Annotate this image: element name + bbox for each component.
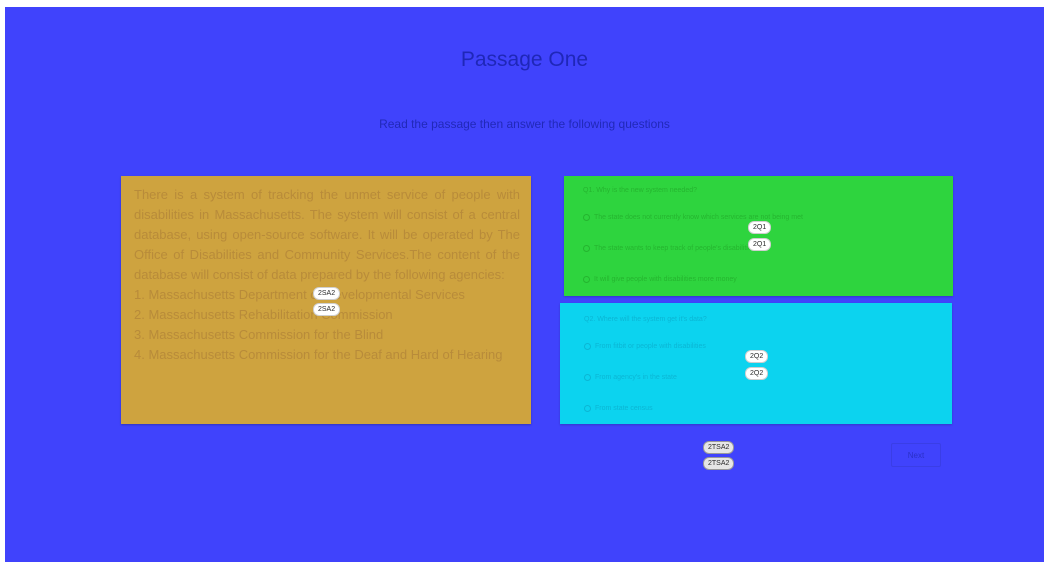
question-2-option-c[interactable]: From state census <box>584 405 952 412</box>
element-tag: 2TSA2 <box>703 457 735 470</box>
radio-button[interactable] <box>584 405 591 412</box>
element-tag: 2SA2 <box>313 303 341 316</box>
question-2-text: Q2. Where will the system get it's data? <box>584 316 707 323</box>
page-title: Passage One <box>460 48 589 71</box>
radio-button[interactable] <box>583 276 590 283</box>
passage-panel: There is a system of tracking the unmet … <box>121 176 531 424</box>
radio-button[interactable] <box>584 343 591 350</box>
element-tag: 2SA2 <box>313 287 341 300</box>
question-2-option-b[interactable]: From agency's in the state <box>584 374 952 381</box>
option-label: The state wants to keep track of people'… <box>594 245 756 252</box>
activity-stage: Passage One Read the passage then answer… <box>5 7 1044 562</box>
page-instructions: Read the passage then answer the followi… <box>379 117 670 131</box>
radio-button[interactable] <box>583 245 590 252</box>
passage-text: There is a system of tracking the unmet … <box>134 187 520 282</box>
question-1-option-a[interactable]: The state does not currently know which … <box>583 214 953 221</box>
question-2-panel: Q2. Where will the system get it's data?… <box>560 303 952 424</box>
element-tag: 2Q1 <box>748 221 772 234</box>
element-tag: 2Q2 <box>745 367 769 380</box>
option-label: It will give people with disabilities mo… <box>594 276 737 283</box>
radio-button[interactable] <box>583 214 590 221</box>
option-label: From agency's in the state <box>595 374 677 381</box>
question-2-option-a[interactable]: From fitbit or people with disabilities <box>584 343 952 350</box>
radio-button[interactable] <box>584 374 591 381</box>
option-label: The state does not currently know which … <box>594 214 803 221</box>
element-tag: 2Q2 <box>745 350 769 363</box>
next-button[interactable]: Next <box>891 443 941 467</box>
option-label: From fitbit or people with disabilities <box>595 343 706 350</box>
question-1-panel: Q1. Why is the new system needed? The st… <box>564 176 953 296</box>
list-item: 4. Massachusetts Commission for the Deaf… <box>134 347 503 362</box>
question-1-option-c[interactable]: It will give people with disabilities mo… <box>583 276 953 283</box>
question-1-text: Q1. Why is the new system needed? <box>583 187 697 194</box>
list-item: 3. Massachusetts Commission for the Blin… <box>134 327 384 342</box>
element-tag: 2Q1 <box>748 238 772 251</box>
option-label: From state census <box>595 405 653 412</box>
element-tag: 2TSA2 <box>703 441 735 454</box>
